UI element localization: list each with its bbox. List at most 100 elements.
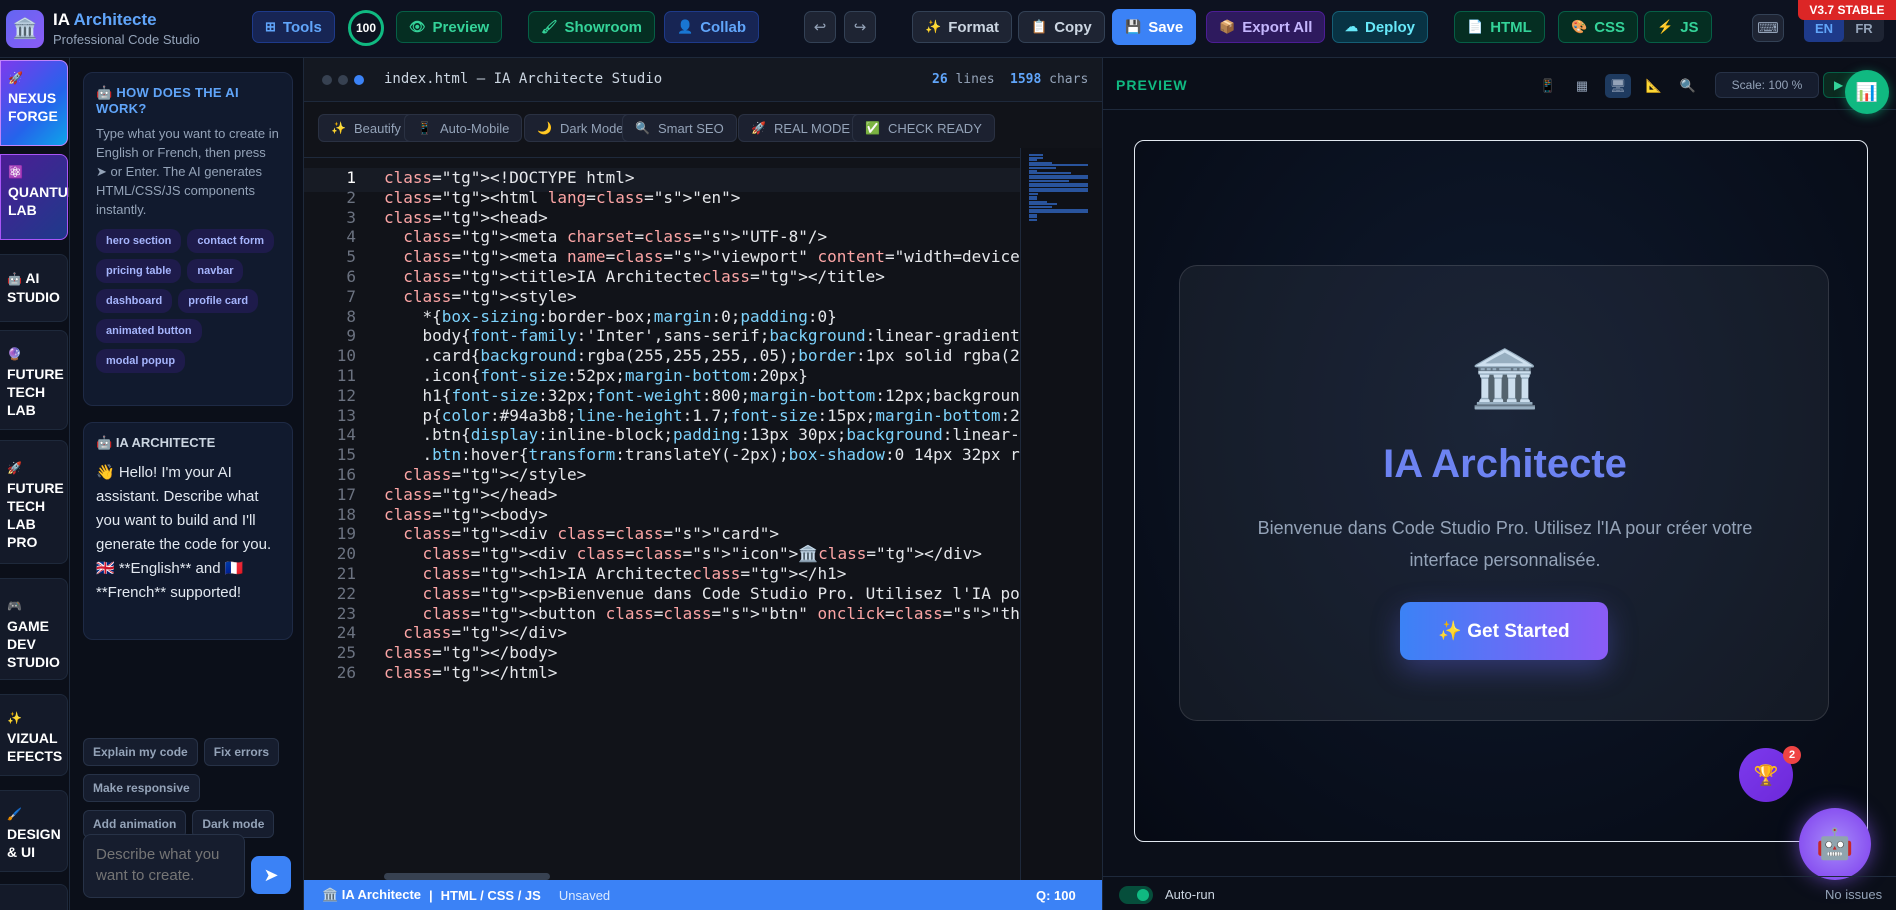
tools-button[interactable]: ⊞ Tools: [252, 11, 335, 43]
example-chip[interactable]: dashboard: [96, 289, 173, 313]
stats-fab-button[interactable]: 📊: [1845, 70, 1889, 114]
rail-item-nexus-forge[interactable]: 🚀 NEXUS FORGE: [0, 60, 68, 146]
status-separator: |: [429, 887, 433, 903]
quick-action-button[interactable]: Fix errors: [203, 738, 280, 766]
deploy-button[interactable]: ☁ Deploy: [1332, 11, 1429, 43]
check-ready-button[interactable]: ✅ CHECK READY: [852, 114, 995, 142]
line-number: 18: [336, 504, 356, 524]
keyboard-shortcuts-button[interactable]: ⌨: [1752, 14, 1784, 42]
rail-item-ai-studio[interactable]: 🤖 AI STUDIO: [0, 254, 68, 322]
preview-button[interactable]: 👁 Preview: [396, 11, 503, 43]
rail-item-quantum-lab[interactable]: ⚛️QUANTUM LAB: [0, 154, 69, 240]
undo-button[interactable]: ↩: [804, 11, 836, 43]
redo-icon: ↪: [853, 19, 867, 36]
rail-item-future-tech-lab-pro[interactable]: 🚀 FUTURE TECH LAB PRO: [0, 440, 68, 564]
ruler-icon[interactable]: 📐: [1641, 74, 1667, 98]
line-number: 1: [346, 168, 356, 187]
export-all-button[interactable]: 📦 Export All: [1206, 11, 1326, 43]
export-html-button[interactable]: 📄 HTML: [1454, 11, 1545, 43]
line-number: 14: [336, 425, 356, 445]
showroom-button[interactable]: 🖌 Showroom: [528, 11, 656, 43]
robot-icon: 🤖: [96, 435, 113, 450]
assistant-message-card: 🤖 IA ARCHITECTE 👋 Hello! I'm your AI ass…: [83, 422, 293, 640]
search-icon: 🔍: [635, 121, 650, 135]
code-line: h1{font-size:32px;font-weight:800;margin…: [384, 385, 1020, 405]
example-chips: hero section contact form pricing table nav…: [96, 229, 280, 373]
line-number: 19: [336, 524, 356, 544]
code-line: class="tg"></style>: [403, 465, 587, 484]
rail-item-game-dev-studio[interactable]: 🎮 GAME DEV STUDIO: [0, 578, 68, 680]
export-css-button[interactable]: 🎨 CSS: [1558, 11, 1639, 43]
line-number: 3: [346, 207, 356, 227]
code-line: .btn:hover{transform:translateY(-2px);bo…: [384, 445, 1020, 465]
zoom-icon[interactable]: 🔍: [1675, 74, 1701, 98]
dark-mode-button[interactable]: 🌙 Dark Mode: [524, 114, 637, 142]
example-chip[interactable]: contact form: [187, 229, 275, 253]
mobile-view-icon[interactable]: 📱: [1535, 74, 1561, 98]
code-line: class="tg"></body>: [384, 643, 558, 663]
example-chip[interactable]: navbar: [187, 259, 244, 283]
assistant-message: 👋 Hello! I'm your AI assistant. Describe…: [96, 464, 272, 601]
prompt-input[interactable]: [83, 834, 245, 898]
send-button[interactable]: ➤: [251, 856, 291, 894]
auto-run-toggle[interactable]: [1119, 886, 1153, 904]
example-chip[interactable]: modal popup: [96, 349, 186, 373]
quick-actions: Explain my code Fix errors Make responsive…: [83, 738, 293, 838]
horizontal-scrollbar[interactable]: [384, 873, 550, 880]
issues-status: No issues: [1825, 887, 1883, 902]
keyboard-icon: ⌨: [1757, 20, 1779, 37]
save-button[interactable]: 💾 Save: [1112, 9, 1197, 45]
format-button[interactable]: ✨ Format: [912, 11, 1013, 43]
assistant-bot-button[interactable]: 🤖: [1799, 808, 1871, 880]
collab-button[interactable]: 👤 Collab: [664, 11, 760, 43]
line-number: 17: [336, 484, 356, 504]
gamepad-icon: 🎮: [7, 599, 22, 613]
get-started-button[interactable]: ✨ Get Started: [1400, 602, 1608, 660]
desktop-view-icon[interactable]: 🖥: [1605, 74, 1631, 98]
example-chip[interactable]: pricing table: [96, 259, 182, 283]
real-mode-button[interactable]: 🚀 REAL MODE: [738, 114, 864, 142]
building-icon: 🏛️: [1470, 347, 1540, 410]
auto-mobile-button[interactable]: 📱 Auto-Mobile: [404, 114, 523, 142]
brush-icon: 🖌️: [7, 807, 22, 821]
rail-item-future-tech-lab[interactable]: 🔮 FUTURE TECH LAB: [0, 330, 68, 430]
copy-button[interactable]: 📋 Copy: [1018, 11, 1105, 43]
rail-item-vizual-efects[interactable]: ✨ VIZUAL EFECTS: [0, 694, 68, 776]
code-line: class="tg"><meta name=class="s">"viewpor…: [403, 247, 1020, 267]
redo-button[interactable]: ↪: [844, 11, 876, 43]
code-line: class="tg"><!DOCTYPE html>: [384, 168, 635, 187]
lightning-icon: ⚡: [1657, 19, 1674, 34]
editor-status-bar: 🏛️ IA Architecte | HTML / CSS / JS Unsav…: [304, 880, 1102, 910]
example-chip[interactable]: profile card: [178, 289, 259, 313]
user-icon: 👤: [677, 19, 694, 34]
auto-run-label: Auto-run: [1165, 887, 1215, 902]
clipboard-icon: 📋: [1031, 19, 1048, 34]
rocket-icon: 🚀: [8, 71, 23, 85]
code-line: class="tg"><title>IA Architecteclass="tg…: [403, 267, 885, 286]
brush-icon: 🖌: [541, 19, 558, 34]
scale-control[interactable]: Scale: 100 %: [1715, 72, 1819, 98]
eye-icon: 👁: [409, 19, 426, 34]
rail-item-more[interactable]: [0, 884, 68, 910]
minimap[interactable]: [1020, 148, 1102, 908]
code-line: class="tg"><body>: [384, 504, 548, 524]
code-line: class="tg"><div class=class="s">"icon">🏛…: [422, 544, 982, 564]
moon-icon: 🌙: [537, 121, 552, 135]
smart-seo-button[interactable]: 🔍 Smart SEO: [622, 114, 737, 142]
tablet-view-icon[interactable]: ▦: [1569, 74, 1595, 98]
line-number: 24: [336, 623, 356, 643]
preview-title: PREVIEW: [1116, 77, 1188, 93]
example-chip[interactable]: animated button: [96, 319, 202, 343]
quick-action-button[interactable]: Make responsive: [83, 774, 200, 802]
code-line: class="tg"><h1>IA Architecteclass="tg"><…: [422, 564, 847, 583]
quick-action-button[interactable]: Explain my code: [83, 738, 198, 766]
editor-header: index.html — IA Architecte Studio 26 lin…: [304, 58, 1102, 102]
minimap-line: [1029, 211, 1089, 214]
beautify-button[interactable]: ✨ Beautify: [318, 114, 414, 142]
code-line: class="tg"><style>: [403, 286, 577, 306]
export-js-button[interactable]: ⚡ JS: [1644, 11, 1712, 43]
rail-item-design-ui[interactable]: 🖌️ DESIGN & UI: [0, 790, 68, 872]
example-chip[interactable]: hero section: [96, 229, 182, 253]
preview-paragraph: Bienvenue dans Code Studio Pro. Utilisez…: [1257, 518, 1753, 570]
undo-icon: ↩: [813, 19, 827, 36]
